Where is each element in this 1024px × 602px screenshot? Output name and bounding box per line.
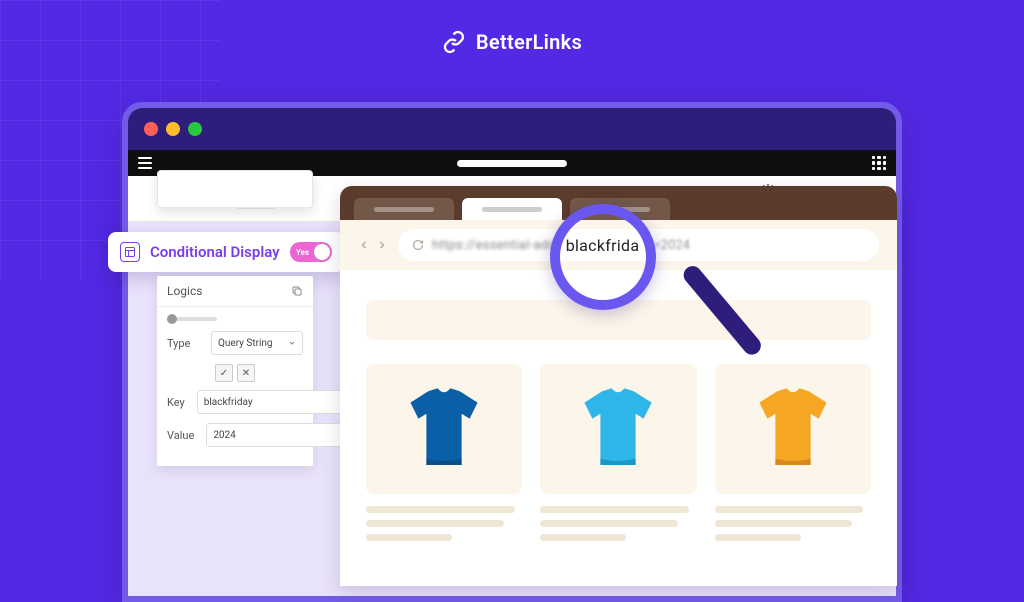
product-card[interactable] [540, 364, 696, 541]
url-text-suffix: y=2024 [647, 238, 690, 253]
apps-grid-icon[interactable] [872, 156, 886, 170]
product-card[interactable] [715, 364, 871, 541]
copy-icon[interactable] [291, 285, 303, 297]
back-icon[interactable] [358, 239, 370, 251]
tshirt-icon [753, 384, 833, 474]
key-input[interactable] [197, 390, 344, 414]
website-preview: https://essential-add blackfrida y=2024 [340, 186, 897, 586]
logics-title: Logics [167, 284, 202, 298]
confirm-button[interactable]: ✓ [215, 364, 233, 382]
tshirt-icon [578, 384, 658, 474]
brand-name: BetterLinks [476, 30, 582, 54]
product-card[interactable] [366, 364, 522, 541]
value-label: Value [167, 429, 194, 442]
key-label: Key [167, 396, 185, 409]
preview-tabstrip [340, 186, 897, 220]
type-label: Type [167, 337, 205, 350]
preview-tab[interactable] [354, 198, 454, 220]
titlebar [128, 108, 896, 150]
logics-panel: Logics Type Query String ✓ ✕ Key Value [157, 276, 313, 466]
panel-subtitle [168, 179, 171, 193]
cancel-button[interactable]: ✕ [237, 364, 255, 382]
tshirt-icon [404, 384, 484, 474]
link-icon [442, 30, 466, 54]
minimize-dot[interactable] [166, 122, 180, 136]
hero-placeholder [366, 300, 871, 340]
chevron-down-icon [288, 339, 296, 347]
logics-slider[interactable] [167, 317, 217, 321]
forward-icon[interactable] [376, 239, 388, 251]
brand-logo: BetterLinks [442, 30, 582, 54]
value-input[interactable] [206, 423, 353, 447]
product-grid [366, 364, 871, 541]
conditional-display-title: Conditional Display [150, 243, 280, 261]
reload-icon[interactable] [412, 239, 424, 251]
topbar-handle [457, 160, 567, 167]
type-select[interactable]: Query String [211, 331, 303, 355]
property-panel [157, 170, 313, 208]
layout-icon [120, 242, 140, 262]
preview-body [340, 270, 897, 586]
url-bar[interactable]: https://essential-add blackfrida y=2024 [398, 229, 879, 261]
conditional-display-badge: Conditional Display Yes [108, 232, 344, 272]
url-highlight: blackfrida [566, 236, 640, 255]
preview-tab-active[interactable] [462, 198, 562, 220]
preview-tab[interactable] [570, 198, 670, 220]
url-text-blurred: https://essential-add [432, 238, 556, 253]
conditional-display-toggle[interactable]: Yes [290, 242, 332, 262]
close-dot[interactable] [144, 122, 158, 136]
address-bar-row: https://essential-add blackfrida y=2024 [340, 220, 897, 270]
maximize-dot[interactable] [188, 122, 202, 136]
hamburger-icon[interactable] [138, 157, 152, 169]
